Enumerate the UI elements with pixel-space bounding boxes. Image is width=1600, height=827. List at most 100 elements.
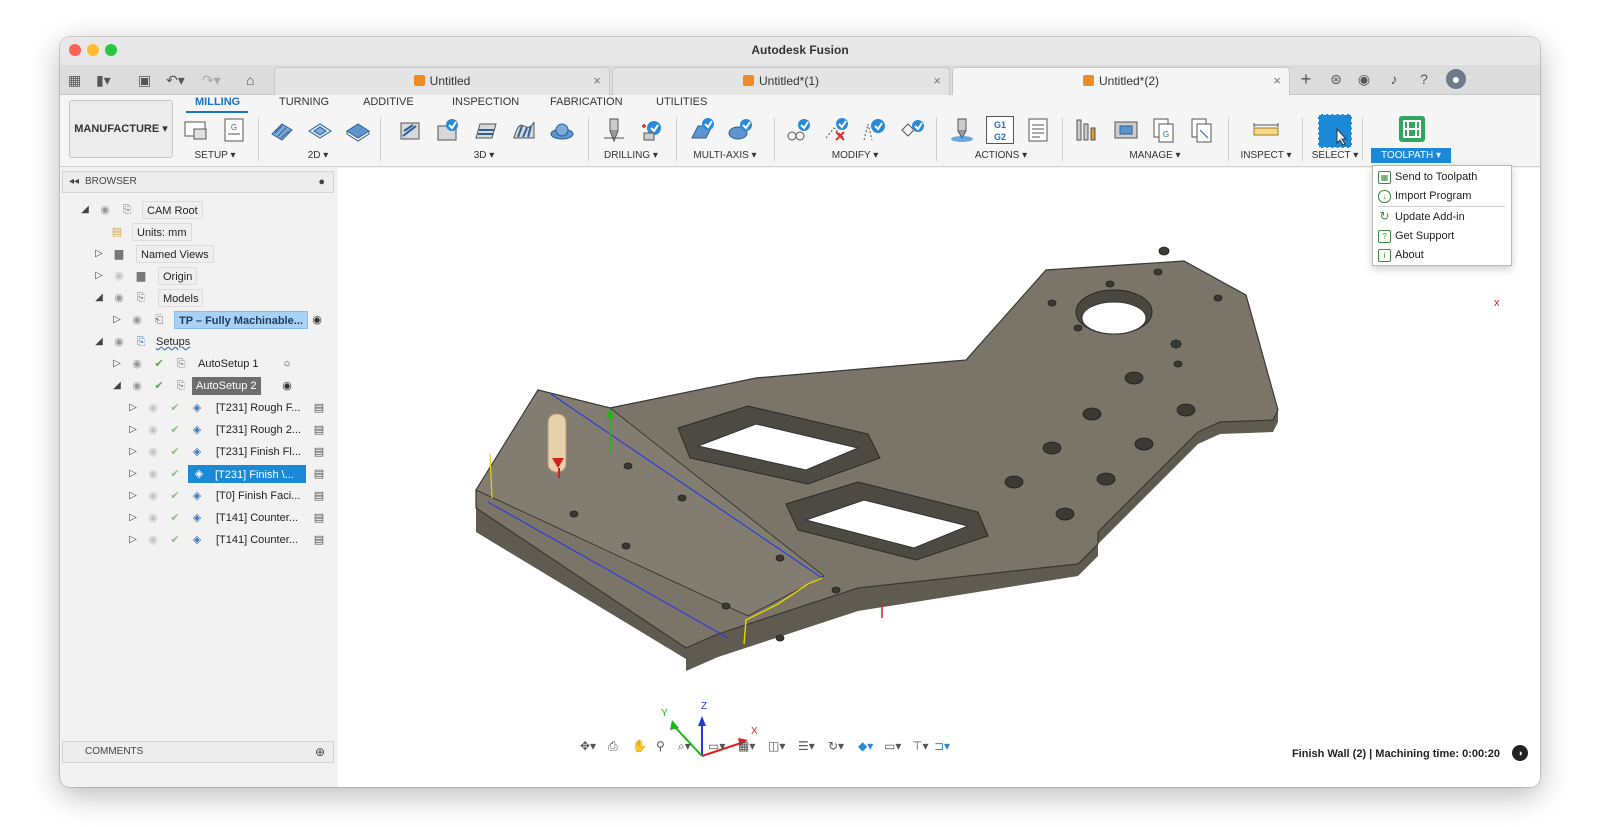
tree-item-operation[interactable]: ▷ ◉ ✔ ◈ [T141] Counter... ▤ <box>126 531 336 549</box>
notes-icon[interactable]: ▤ <box>312 489 326 503</box>
3d-adaptive-icon[interactable] <box>396 116 424 144</box>
grid-settings-icon[interactable]: ▦▾ <box>738 739 755 753</box>
visibility-eye-icon[interactable]: ◉ <box>130 313 144 327</box>
3d-steep-shallow-icon[interactable] <box>472 116 500 144</box>
2d-adaptive-icon[interactable] <box>268 116 296 144</box>
new-setup-icon[interactable] <box>182 116 210 144</box>
notes-icon[interactable]: ▤ <box>312 423 326 437</box>
tree-item-model-tp[interactable]: ▷ ◉ ⎗ TP – Fully Machinable... ◉ <box>110 311 340 329</box>
grid-apps-icon[interactable]: ▦ <box>68 71 81 89</box>
toolpath-order-icon[interactable] <box>898 116 926 144</box>
orbit-icon[interactable]: ✥▾ <box>580 739 596 753</box>
group-3d[interactable]: 3D ▾ <box>464 150 504 161</box>
hidden-eye-icon[interactable]: ◉ <box>146 533 160 547</box>
collapsed-triangle-icon[interactable]: ▷ <box>110 313 124 327</box>
tree-item-named-views[interactable]: ▷ ▆ Named Views <box>92 245 332 263</box>
tab-turning[interactable]: TURNING <box>279 96 329 108</box>
tool-library-icon[interactable] <box>1074 116 1102 144</box>
delete-toolpath-icon[interactable] <box>822 116 850 144</box>
hidden-eye-icon[interactable]: ◉ <box>146 445 160 459</box>
tool-display-icon[interactable]: ⊤▾ <box>912 739 928 753</box>
radio-active-icon[interactable]: ◉ <box>310 313 324 327</box>
shading-icon[interactable]: ◆▾ <box>858 739 873 753</box>
expanded-triangle-icon[interactable]: ◢ <box>110 379 124 393</box>
post-library-icon[interactable]: G <box>1150 116 1178 144</box>
group-modify[interactable]: MODIFY ▾ <box>820 150 890 161</box>
collapsed-triangle-icon[interactable]: ▷ <box>126 467 140 481</box>
menu-item-update-add-in[interactable]: ↻ Update Add-in <box>1373 208 1511 227</box>
group-manage[interactable]: MANAGE ▾ <box>1120 150 1190 161</box>
tree-item-cam-root[interactable]: ◢ ◉ ⎘ CAM Root <box>78 201 338 219</box>
notes-icon[interactable]: ▤ <box>312 511 326 525</box>
collapsed-triangle-icon[interactable]: ▷ <box>110 357 124 371</box>
visibility-eye-icon[interactable]: ◉ <box>112 335 126 349</box>
2d-pocket-icon[interactable] <box>306 116 334 144</box>
tab-fabrication[interactable]: FABRICATION <box>550 96 623 108</box>
setup-sheet-icon[interactable] <box>1024 116 1052 144</box>
tab-inspection[interactable]: INSPECTION <box>452 96 519 108</box>
visibility-eye-icon[interactable]: ◉ <box>130 379 144 393</box>
group-drilling[interactable]: DRILLING ▾ <box>596 150 666 161</box>
edit-toolpath-icon[interactable] <box>860 116 888 144</box>
2d-face-icon[interactable] <box>344 116 372 144</box>
notes-icon[interactable]: ▤ <box>312 445 326 459</box>
group-multi-axis[interactable]: MULTI-AXIS ▾ <box>684 150 766 161</box>
expanded-triangle-icon[interactable]: ◢ <box>92 335 106 349</box>
nc-program-icon[interactable]: G <box>220 116 248 144</box>
display-settings-icon[interactable]: ▭▾ <box>708 739 725 753</box>
visibility-eye-icon[interactable]: ◉ <box>112 291 126 305</box>
group-toolpath[interactable]: TOOLPATH ▾ <box>1371 148 1451 163</box>
notifications-icon[interactable]: ♪ <box>1384 69 1404 89</box>
avatar[interactable]: ● <box>1446 69 1466 89</box>
hidden-eye-icon[interactable]: ◉ <box>146 423 160 437</box>
measure-icon[interactable] <box>1252 116 1280 144</box>
radio-inactive-icon[interactable]: ○ <box>280 357 294 371</box>
collapsed-triangle-icon[interactable]: ▷ <box>126 401 140 415</box>
minimize-window-button[interactable] <box>87 44 99 56</box>
3d-pocket-icon[interactable] <box>434 116 462 144</box>
collapsed-triangle-icon[interactable]: ▷ <box>126 489 140 503</box>
hidden-eye-icon[interactable]: ◉ <box>146 401 160 415</box>
collapse-browser-icon[interactable]: ◂◂ <box>69 172 79 192</box>
thread-icon[interactable] <box>638 116 666 144</box>
machine-library-icon[interactable] <box>1112 116 1140 144</box>
hidden-eye-icon[interactable]: ◉ <box>146 489 160 503</box>
help-icon[interactable]: ? <box>1414 69 1434 89</box>
collapsed-triangle-icon[interactable]: ▷ <box>126 423 140 437</box>
status-icon[interactable]: ◑ <box>1512 745 1528 761</box>
machine-view-icon[interactable]: ▭▾ <box>884 739 901 753</box>
tree-item-operation[interactable]: ▷ ◉ ✔ ◈ [T231] Rough F... ▤ <box>126 399 336 417</box>
model-canvas[interactable]: x <box>338 168 1540 787</box>
tab-untitled[interactable]: Untitled × <box>274 67 610 95</box>
tab-untitled-1[interactable]: Untitled*(1) × <box>612 67 950 95</box>
browser-header[interactable]: ◂◂ BROWSER ● <box>62 171 334 193</box>
group-2d[interactable]: 2D ▾ <box>298 150 338 161</box>
workspace-switcher[interactable]: MANUFACTURE ▾ <box>69 100 173 158</box>
multi-axis-contour-icon[interactable] <box>688 116 716 144</box>
notes-icon[interactable]: ▤ <box>312 467 326 481</box>
collapsed-triangle-icon[interactable]: ▷ <box>92 269 106 283</box>
3d-viewport[interactable]: x Z X Y <box>338 168 1540 787</box>
tab-additive[interactable]: ADDITIVE <box>363 96 414 108</box>
add-comment-icon[interactable]: ⊕ <box>315 742 325 762</box>
undo-icon[interactable]: ↶▾ <box>166 71 185 89</box>
collapsed-triangle-icon[interactable]: ▷ <box>92 247 106 261</box>
comments-panel[interactable]: COMMENTS ⊕ <box>62 741 334 763</box>
tab-milling[interactable]: MILLING <box>195 96 240 108</box>
tree-item-setups[interactable]: ◢ ◉ ⎘ Setups <box>92 333 332 351</box>
viewports-icon[interactable]: ◫▾ <box>768 739 785 753</box>
visibility-eye-icon[interactable]: ◉ <box>98 203 112 217</box>
browser-pin-icon[interactable]: ● <box>318 172 325 192</box>
collapsed-triangle-icon[interactable]: ▷ <box>126 511 140 525</box>
simulate-icon[interactable] <box>948 116 976 144</box>
new-tab-icon[interactable]: + <box>1296 69 1316 89</box>
menu-item-about[interactable]: i About <box>1373 246 1511 265</box>
expanded-triangle-icon[interactable]: ◢ <box>78 203 92 217</box>
notes-icon[interactable]: ▤ <box>312 401 326 415</box>
template-library-icon[interactable] <box>1188 116 1216 144</box>
tree-item-origin[interactable]: ▷ ◉ ▆ Origin <box>92 267 332 285</box>
home-icon[interactable]: ⌂ <box>246 71 254 89</box>
zoom-icon[interactable]: ⚲ <box>656 739 665 753</box>
post-process-icon[interactable]: G1 G2 <box>986 116 1014 144</box>
maximize-window-button[interactable] <box>105 44 117 56</box>
